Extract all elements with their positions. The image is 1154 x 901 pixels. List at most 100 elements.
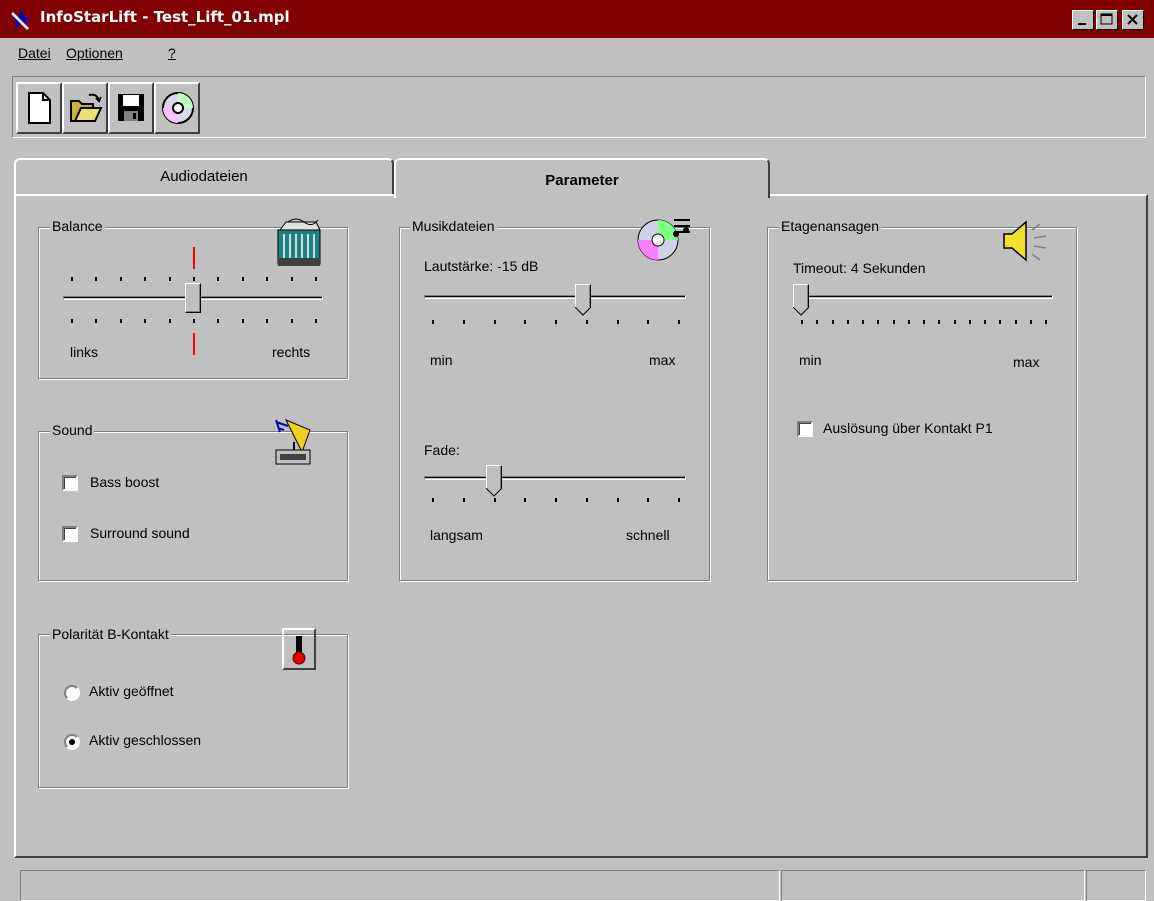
volume-label: Lautstärke: -15 dB — [424, 258, 539, 274]
menu-help[interactable]: ? — [168, 45, 176, 61]
menu-optionen[interactable]: Optionen — [66, 45, 123, 61]
app-star-icon — [10, 9, 32, 31]
status-panel-small — [1086, 870, 1146, 901]
mixer-icon — [276, 216, 322, 271]
maximize-button[interactable] — [1096, 10, 1118, 30]
timeout-tick — [1014, 320, 1017, 324]
timeout-min-label: min — [799, 352, 822, 368]
window-title: InfoStarLift - Test_Lift_01.mpl — [40, 8, 290, 26]
balance-tick — [193, 319, 195, 323]
volume-max-label: max — [649, 352, 676, 368]
save-button[interactable] — [108, 82, 154, 134]
timeout-tick — [892, 320, 895, 324]
timeout-tick — [801, 320, 803, 324]
surround-sound-label[interactable]: Surround sound — [90, 525, 190, 541]
volume-slider-thumb[interactable] — [575, 284, 592, 316]
ausloesung-label[interactable]: Auslösung über Kontakt P1 — [823, 420, 993, 436]
timeout-slider-thumb[interactable] — [793, 284, 809, 316]
balance-tick — [119, 319, 122, 323]
volume-tick — [555, 320, 557, 324]
radio-aktiv-geschlossen[interactable] — [64, 734, 80, 750]
speaker-icon — [1000, 218, 1056, 269]
status-panel-main — [20, 870, 780, 901]
tab-parameter[interactable]: Parameter — [394, 158, 770, 198]
fade-slider-track[interactable] — [424, 476, 686, 480]
volume-tick — [585, 320, 588, 324]
fade-min-label: langsam — [430, 527, 483, 543]
timeout-tick — [831, 320, 834, 324]
balance-center-marker-bottom — [193, 333, 195, 355]
timeout-tick — [1045, 320, 1047, 324]
timeout-tick — [953, 320, 956, 324]
volume-tick — [616, 320, 619, 324]
timeout-slider-track[interactable] — [793, 295, 1053, 299]
balance-left-label: links — [70, 344, 99, 360]
balance-slider-thumb[interactable] — [185, 283, 201, 313]
fade-tick — [524, 498, 527, 502]
balance-tick — [241, 277, 244, 281]
close-button[interactable] — [1122, 10, 1144, 30]
open-file-button[interactable] — [62, 82, 108, 134]
volume-min-label: min — [430, 352, 453, 368]
fade-tick — [585, 498, 588, 502]
fade-tick — [432, 498, 434, 502]
timeout-max-label: max — [1013, 354, 1040, 370]
balance-tick — [144, 319, 147, 323]
sound-title: Sound — [50, 422, 95, 438]
polaritaet-title: Polarität B-Kontakt — [50, 626, 171, 642]
etagenansagen-title: Etagenansagen — [779, 218, 882, 234]
switch-icon — [282, 628, 316, 670]
etagenansagen-group — [767, 227, 1077, 581]
timeout-tick — [862, 320, 864, 324]
timeout-tick — [984, 320, 986, 324]
balance-tick — [95, 277, 98, 281]
balance-title: Balance — [50, 218, 105, 234]
balance-tick — [266, 319, 269, 323]
fade-max-label: schnell — [626, 527, 670, 543]
balance-center-marker-top — [193, 247, 195, 269]
bass-boost-checkbox[interactable] — [62, 475, 78, 491]
surround-sound-checkbox[interactable] — [62, 526, 78, 542]
volume-tick — [524, 320, 527, 324]
balance-tick — [168, 277, 171, 281]
balance-tick — [290, 319, 293, 323]
fade-label: Fade: — [424, 442, 460, 458]
fade-tick — [616, 498, 619, 502]
timeout-label: Timeout: 4 Sekunden — [793, 260, 926, 276]
fade-slider-thumb[interactable] — [485, 465, 502, 497]
bass-boost-label[interactable]: Bass boost — [90, 474, 159, 490]
cd-button[interactable] — [154, 82, 200, 134]
minimize-button[interactable] — [1072, 10, 1094, 30]
gramophone-icon — [272, 418, 312, 471]
balance-tick — [266, 277, 269, 281]
volume-tick — [493, 320, 496, 324]
cd-music-icon — [636, 212, 692, 267]
volume-tick — [432, 320, 434, 324]
volume-slider-track[interactable] — [424, 295, 686, 299]
balance-tick — [217, 277, 220, 281]
balance-tick — [119, 277, 122, 281]
timeout-tick — [999, 320, 1002, 324]
radio-aktiv-geoeffnet[interactable] — [64, 685, 80, 701]
tab-audiodateien[interactable]: Audiodateien — [14, 158, 394, 194]
volume-tick — [647, 320, 650, 324]
status-panel-secondary — [781, 870, 1085, 901]
timeout-tick — [968, 320, 971, 324]
new-file-button[interactable] — [16, 82, 62, 134]
balance-tick — [71, 319, 73, 323]
volume-tick — [678, 320, 680, 324]
timeout-tick — [1029, 320, 1032, 324]
balance-tick — [241, 319, 244, 323]
radio-aktiv-geoeffnet-label[interactable]: Aktiv geöffnet — [89, 683, 174, 699]
balance-tick — [71, 277, 73, 281]
balance-tick — [315, 319, 317, 323]
ausloesung-checkbox[interactable] — [797, 421, 813, 437]
timeout-tick — [907, 320, 910, 324]
fade-tick — [555, 498, 557, 502]
balance-tick — [217, 319, 220, 323]
timeout-tick — [877, 320, 880, 324]
balance-right-label: rechts — [272, 344, 311, 360]
radio-aktiv-geschlossen-label[interactable]: Aktiv geschlossen — [89, 732, 201, 748]
menu-datei[interactable]: Datei — [18, 45, 51, 61]
balance-tick — [168, 319, 171, 323]
